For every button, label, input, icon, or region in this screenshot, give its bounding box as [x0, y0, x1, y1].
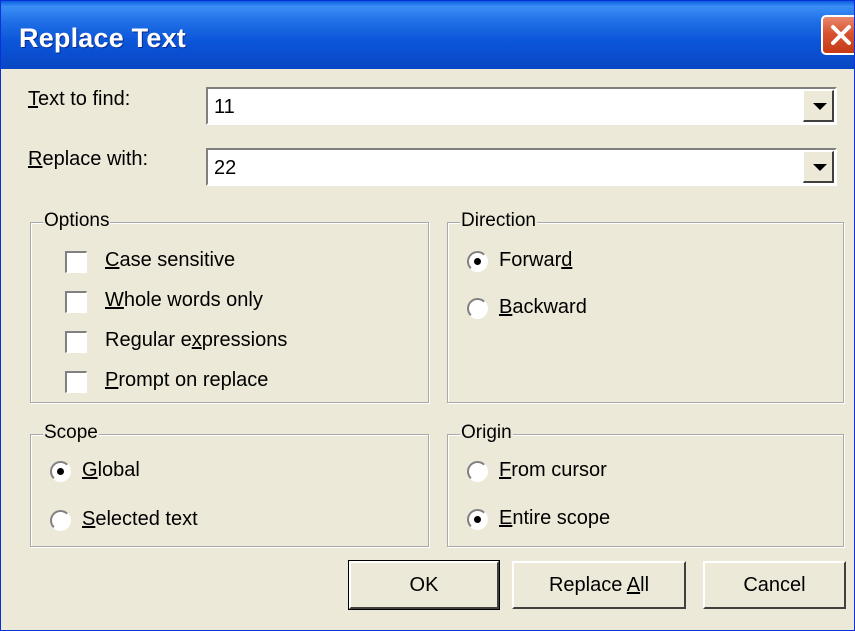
scope-group-title: Scope	[43, 422, 99, 444]
close-icon	[831, 25, 851, 45]
scope-group: Scope Global Selected text	[30, 422, 429, 547]
close-button[interactable]	[821, 15, 854, 55]
radio-button[interactable]	[467, 461, 488, 482]
replace-with-label: Replace with:	[28, 148, 149, 170]
origin-group-title: Origin	[460, 422, 513, 444]
text-to-find-dropdown-button[interactable]	[803, 90, 834, 122]
direction-group-title: Direction	[460, 210, 537, 232]
text-to-find-combo[interactable]	[206, 87, 837, 125]
radio-button[interactable]	[467, 509, 488, 530]
ok-button[interactable]: OK	[348, 560, 500, 610]
direction-group: Direction Forward Backward	[447, 210, 844, 403]
checkbox-box[interactable]	[65, 291, 87, 313]
options-group-title: Options	[43, 210, 111, 232]
chevron-down-icon	[813, 164, 827, 171]
replace-with-input[interactable]	[214, 155, 804, 181]
replace-with-dropdown-button[interactable]	[803, 151, 834, 183]
text-to-find-input[interactable]	[214, 94, 804, 120]
replace-text-dialog: Replace Text Text to find: Replace with:…	[0, 0, 855, 631]
origin-group: Origin From cursor Entire scope	[447, 422, 844, 547]
radio-selected-dot	[57, 468, 64, 475]
options-group: Options Case sensitive Whole words only …	[30, 210, 429, 403]
radio-button[interactable]	[467, 251, 488, 272]
checkbox-box[interactable]	[65, 371, 87, 393]
radio-selected-dot	[474, 516, 481, 523]
cancel-button[interactable]: Cancel	[703, 561, 846, 609]
replace-with-combo[interactable]	[206, 148, 837, 186]
checkbox-box[interactable]	[65, 251, 87, 273]
radio-button[interactable]	[467, 298, 488, 319]
dialog-title: Replace Text	[19, 23, 186, 53]
title-bar[interactable]: Replace Text	[1, 1, 854, 69]
checkbox-box[interactable]	[65, 331, 87, 353]
radio-button[interactable]	[50, 461, 71, 482]
text-to-find-label: Text to find:	[28, 88, 131, 110]
radio-button[interactable]	[50, 510, 71, 531]
chevron-down-icon	[813, 103, 827, 110]
radio-selected-dot	[474, 258, 481, 265]
replace-all-button[interactable]: Replace All	[512, 561, 686, 609]
